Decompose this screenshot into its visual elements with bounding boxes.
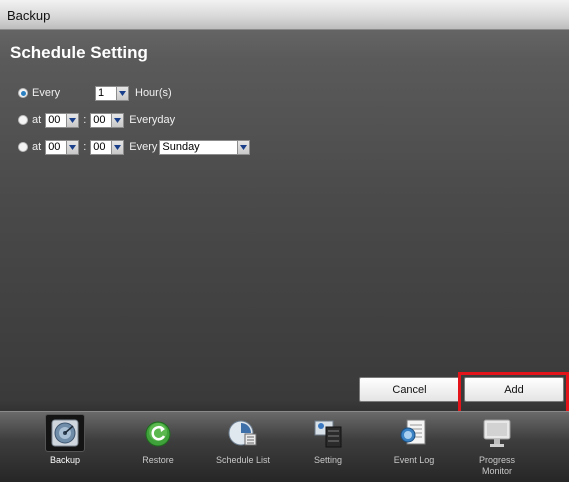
chevron-down-icon — [116, 86, 128, 100]
daily-minute-value: 00 — [93, 113, 106, 126]
window-title: Backup — [7, 8, 51, 23]
weekly-minute-value: 00 — [93, 140, 106, 153]
add-button[interactable]: Add — [464, 377, 564, 402]
at-label: at — [32, 141, 42, 153]
hours-unit-label: Hour(s) — [135, 87, 172, 99]
cancel-button[interactable]: Cancel — [359, 377, 460, 402]
everyday-label: Everyday — [129, 114, 176, 126]
schedule-option-hourly: Every 1 Hour(s) — [18, 85, 172, 101]
radio-every-hours[interactable] — [18, 88, 28, 98]
taskbar-label-restore: Restore — [142, 455, 174, 465]
setting-icon — [314, 420, 342, 448]
daily-hour-select[interactable]: 00 — [45, 112, 80, 128]
taskbar-label-schedule-list: Schedule List — [215, 455, 271, 465]
page-title: Schedule Setting — [10, 43, 148, 62]
weekly-minute-select[interactable]: 00 — [90, 139, 125, 155]
taskbar-item-setting[interactable]: Setting — [288, 412, 368, 482]
event-log-icon — [400, 419, 426, 445]
restore-icon — [145, 421, 171, 447]
radio-weekly[interactable] — [18, 142, 28, 152]
time-separator: : — [83, 141, 87, 153]
chevron-down-icon — [66, 113, 79, 127]
taskbar-item-restore[interactable]: Restore — [118, 412, 198, 482]
bottom-taskbar: Backup Restore Schedule List Setting Eve… — [0, 411, 569, 482]
taskbar-label-event-log: Event Log — [393, 455, 435, 465]
taskbar-label-progress-monitor: Progress Monitor — [478, 455, 515, 476]
chevron-down-icon — [111, 140, 124, 154]
backup-window: Backup Schedule Setting Every 1 Hour(s) … — [0, 0, 569, 482]
schedule-option-daily: at 00 : 00 Everyday — [18, 112, 175, 128]
daily-hour-value: 00 — [48, 113, 61, 126]
chevron-down-icon — [66, 140, 79, 154]
hour-interval-select[interactable]: 1 — [95, 85, 129, 101]
hour-interval-value: 1 — [98, 86, 105, 99]
daily-minute-select[interactable]: 00 — [90, 112, 125, 128]
title-bar: Backup — [0, 0, 569, 30]
taskbar-label-backup: Backup — [49, 455, 81, 465]
weekday-select[interactable]: Sunday — [159, 139, 251, 155]
schedule-list-icon — [228, 420, 257, 446]
chevron-down-icon — [237, 140, 250, 154]
taskbar-item-schedule-list[interactable]: Schedule List — [203, 412, 283, 482]
schedule-option-weekly: at 00 : 00 Every Sunday — [18, 139, 251, 155]
at-label: at — [32, 114, 42, 126]
weekday-value: Sunday — [162, 140, 200, 153]
every-day-label: Every — [129, 141, 158, 153]
chevron-down-icon — [111, 113, 124, 127]
taskbar-label-setting: Setting — [313, 455, 343, 465]
taskbar-item-progress-monitor[interactable]: Progress Monitor — [457, 412, 537, 482]
weekly-hour-value: 00 — [48, 140, 61, 153]
radio-daily[interactable] — [18, 115, 28, 125]
taskbar-item-backup[interactable]: Backup — [25, 412, 105, 482]
backup-icon — [51, 419, 79, 447]
weekly-hour-select[interactable]: 00 — [45, 139, 80, 155]
progress-monitor-icon — [483, 419, 511, 447]
every-label: Every — [32, 87, 61, 99]
time-separator: : — [83, 114, 87, 126]
taskbar-item-event-log[interactable]: Event Log — [374, 412, 454, 482]
